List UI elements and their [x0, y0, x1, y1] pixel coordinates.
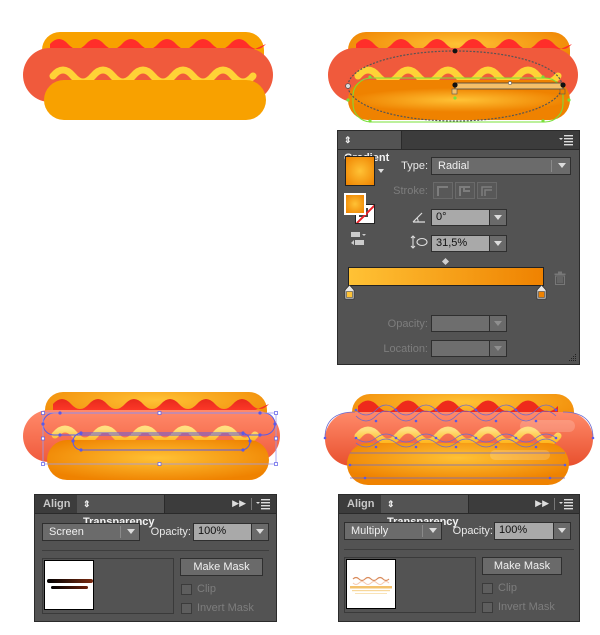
expand-panel-icon[interactable]: ▶▶ — [535, 498, 549, 509]
tab-align[interactable]: Align — [341, 495, 381, 513]
divider — [344, 549, 574, 550]
chevron-down-icon — [123, 524, 139, 539]
tab-transparency[interactable]: ⇕ Transparency — [77, 495, 165, 528]
panel-header: Align ⇕ Transparency ▶▶ — [35, 495, 276, 528]
angle-input[interactable]: 0° — [431, 209, 507, 226]
opacity-input[interactable]: 100% — [494, 522, 571, 540]
divider — [554, 498, 555, 510]
opacity-slider-toggle[interactable] — [251, 524, 268, 540]
panel-header: Align ⇕ Transparency ▶▶ — [339, 495, 579, 528]
make-mask-button[interactable]: Make Mask — [180, 558, 263, 576]
gradient-stop-marker[interactable] — [451, 88, 458, 95]
thumbnail-line — [51, 586, 88, 589]
gradient-stop-marker[interactable] — [559, 88, 566, 95]
bun-front — [47, 440, 269, 480]
gradient-origin-handle[interactable] — [452, 82, 458, 88]
angle-icon — [412, 212, 425, 223]
gradient-swatch[interactable] — [345, 156, 375, 186]
invert-mask-checkbox[interactable] — [181, 603, 192, 614]
opacity-label: Opacity: — [387, 318, 428, 330]
panel-menu-icon[interactable] — [256, 498, 270, 510]
gradient-left-handle[interactable] — [345, 83, 351, 89]
hotdog-illustration-flat — [23, 32, 273, 120]
gradient-top-handle[interactable] — [452, 48, 458, 54]
stroke-within-button[interactable] — [433, 182, 453, 199]
chevron-down-icon[interactable] — [489, 341, 506, 356]
clip-checkbox[interactable] — [482, 583, 493, 594]
thumbnail-line — [47, 579, 93, 583]
stroke-along-button[interactable] — [455, 182, 475, 199]
blend-mode-select[interactable]: Screen — [42, 523, 140, 541]
location-label: Location: — [383, 343, 428, 355]
gradient-slider[interactable] — [348, 267, 544, 286]
tab-gradient[interactable]: ⇕ Gradient — [338, 131, 402, 164]
hotdog-illustration-screen — [23, 392, 280, 480]
type-label: Type: — [401, 160, 428, 172]
invert-mask-label: Invert Mask — [197, 602, 254, 614]
make-mask-button[interactable]: Make Mask — [482, 557, 562, 575]
gradient-type-select[interactable]: Radial — [431, 157, 571, 175]
gradient-end-handle[interactable] — [560, 82, 566, 88]
chevron-down-icon[interactable] — [489, 210, 506, 225]
hotdog-illustration-multiply — [323, 394, 595, 485]
object-thumbnail[interactable] — [44, 560, 94, 610]
transparency-panel-multiply: Align ⇕ Transparency ▶▶ Multiply Opacity… — [338, 494, 580, 622]
panel-menu-icon[interactable] — [559, 498, 573, 510]
swatch-dropdown-icon[interactable] — [378, 169, 384, 173]
gradient-stop-right[interactable] — [536, 285, 547, 300]
opacity-label: Opacity: — [452, 525, 493, 537]
opacity-slider-toggle[interactable] — [553, 523, 570, 539]
divider — [42, 550, 269, 551]
chevron-down-icon[interactable] — [489, 236, 506, 251]
invert-mask-checkbox[interactable] — [482, 602, 493, 613]
gradient-midpoint-handle[interactable] — [508, 81, 512, 85]
thumbnail-shadow-shapes — [350, 576, 392, 594]
gradient-midpoint-diamond[interactable] — [441, 257, 450, 266]
stroke-across-button[interactable] — [477, 182, 497, 199]
stop-opacity-input[interactable] — [431, 315, 507, 332]
opacity-input[interactable]: 100% — [193, 523, 269, 541]
bun-front — [347, 443, 569, 485]
chevron-down-icon — [554, 158, 570, 173]
blend-mode-select[interactable]: Multiply — [344, 522, 442, 540]
stroke-label: Stroke: — [393, 185, 428, 197]
tab-transparency[interactable]: ⇕ Transparency — [381, 495, 469, 528]
stop-location-input[interactable] — [431, 340, 507, 357]
divider — [251, 498, 252, 510]
aspect-ratio-input[interactable]: 31,5% — [431, 235, 507, 252]
panel-menu-icon[interactable] — [559, 134, 573, 146]
trash-icon[interactable] — [554, 271, 566, 285]
transparency-panel-screen: Align ⇕ Transparency ▶▶ Screen Opacity: … — [34, 494, 277, 622]
clip-label: Clip — [498, 582, 517, 594]
bun-front — [44, 80, 266, 120]
invert-mask-label: Invert Mask — [498, 601, 555, 613]
gradient-panel: ⇕ Gradient Type: Radial Stroke: 0° — [337, 130, 580, 365]
chevron-down-icon[interactable] — [489, 316, 506, 331]
collapse-icon: ⇕ — [83, 499, 91, 509]
expand-panel-icon[interactable]: ▶▶ — [232, 498, 246, 509]
fill-swatch[interactable] — [344, 193, 366, 215]
collapse-icon: ⇕ — [387, 499, 395, 509]
tab-align[interactable]: Align — [37, 495, 77, 513]
object-thumbnail[interactable] — [346, 559, 396, 609]
chevron-down-icon — [425, 523, 441, 538]
hotdog-illustration-gradient — [328, 32, 578, 123]
panel-header: ⇕ Gradient — [338, 131, 579, 164]
bun-highlight — [490, 450, 550, 460]
aspect-ratio-icon — [410, 235, 428, 249]
clip-label: Clip — [197, 583, 216, 595]
clip-checkbox[interactable] — [181, 584, 192, 595]
resize-grip-icon[interactable] — [568, 353, 577, 362]
collapse-icon: ⇕ — [344, 135, 352, 145]
opacity-label: Opacity: — [150, 526, 191, 538]
reverse-gradient-icon[interactable] — [350, 231, 368, 247]
gradient-stop-left[interactable] — [344, 285, 355, 300]
